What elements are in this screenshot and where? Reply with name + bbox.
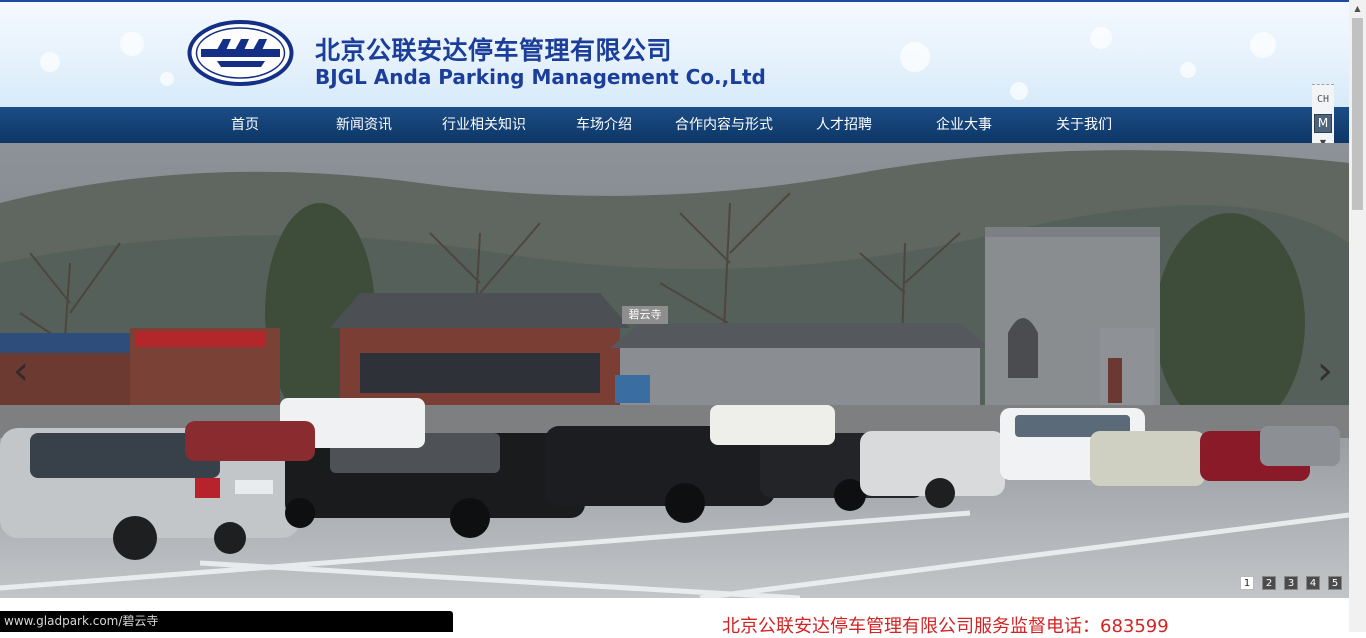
slide-page-5[interactable]: 5: [1328, 576, 1342, 590]
chevron-right-icon[interactable]: ›: [1310, 351, 1340, 391]
language-code[interactable]: CH: [1312, 94, 1334, 105]
company-name-chinese: 北京公联安达停车管理有限公司: [315, 36, 673, 65]
header-bokeh: [1010, 82, 1028, 100]
header-bokeh: [1090, 27, 1112, 49]
company-logo-icon[interactable]: [187, 20, 294, 86]
service-hotline: 北京公联安达停车管理有限公司服务监督电话：683599: [722, 616, 1169, 637]
slide-page-1[interactable]: 1: [1240, 576, 1254, 590]
browser-status-bar: www.gladpark.com/碧云寺: [0, 611, 453, 632]
nav-item-milestones[interactable]: 企业大事: [904, 107, 1024, 143]
parking-lot-photo: [0, 143, 1349, 598]
header-bokeh: [120, 32, 144, 56]
header-bokeh: [900, 42, 930, 72]
header-bokeh: [1250, 32, 1276, 58]
slide-page-3[interactable]: 3: [1284, 576, 1298, 590]
header-bokeh: [40, 52, 60, 72]
vertical-scrollbar[interactable]: ▲: [1349, 0, 1366, 632]
nav-item-cooperation[interactable]: 合作内容与形式: [664, 107, 784, 143]
company-name-english: BJGL Anda Parking Management Co.,Ltd: [315, 65, 766, 89]
header-bokeh: [1180, 62, 1196, 78]
nav-item-home[interactable]: 首页: [185, 107, 305, 143]
slide-page-4[interactable]: 4: [1306, 576, 1320, 590]
main-navigation: 首页 新闻资讯 行业相关知识 车场介绍 合作内容与形式 人才招聘 企业大事 关于…: [0, 107, 1349, 143]
hero-slideshow: 碧云寺 ‹ › 1 2 3 4 5: [0, 143, 1349, 598]
nav-item-parking-lots[interactable]: 车场介绍: [544, 107, 664, 143]
nav-item-industry-knowledge[interactable]: 行业相关知识: [424, 107, 544, 143]
nav-item-news[interactable]: 新闻资讯: [304, 107, 424, 143]
scene-caption: 碧云寺: [622, 306, 668, 324]
scroll-up-arrow-icon[interactable]: ▲: [1349, 0, 1366, 17]
slide-page-2[interactable]: 2: [1262, 576, 1276, 590]
site-header: 北京公联安达停车管理有限公司 BJGL Anda Parking Managem…: [0, 2, 1349, 107]
scroll-thumb[interactable]: [1352, 18, 1363, 210]
language-button[interactable]: M: [1314, 114, 1332, 133]
nav-item-about[interactable]: 关于我们: [1024, 107, 1144, 143]
chevron-left-icon[interactable]: ‹: [6, 351, 36, 391]
header-bokeh: [160, 72, 174, 86]
nav-item-careers[interactable]: 人才招聘: [784, 107, 904, 143]
